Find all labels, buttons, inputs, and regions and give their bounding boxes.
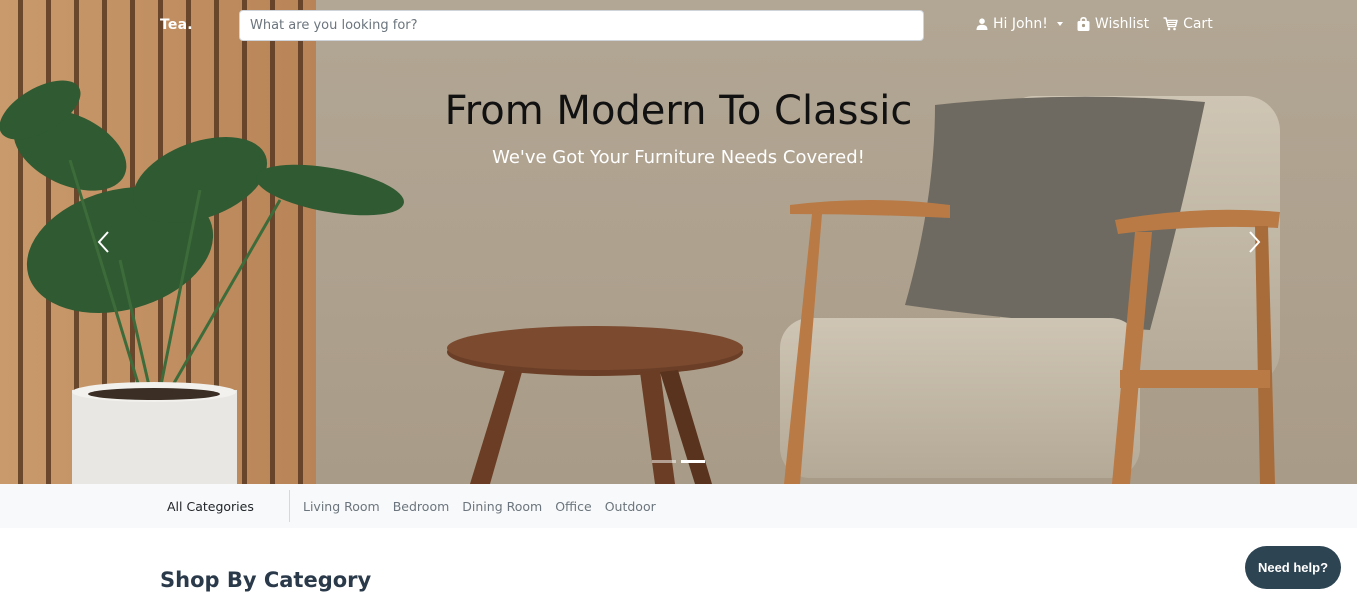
all-categories-button[interactable]: All Categories (167, 499, 254, 514)
cart-link[interactable]: Cart (1163, 16, 1213, 32)
carousel-indicator-2[interactable] (681, 460, 705, 463)
category-link-dining-room[interactable]: Dining Room (462, 499, 542, 514)
hero-subtitle: We've Got Your Furniture Needs Covered! (492, 147, 865, 168)
category-link-bedroom[interactable]: Bedroom (393, 499, 450, 514)
user-greeting: Hi John! (993, 16, 1048, 32)
wishlist-label: Wishlist (1094, 16, 1150, 32)
hero-carousel: Tea. Hi John! Wishlist (0, 0, 1357, 484)
brand-logo[interactable]: Tea. (160, 17, 193, 33)
category-link-outdoor[interactable]: Outdoor (605, 499, 656, 514)
nav-actions: Hi John! Wishlist Cart (976, 16, 1227, 32)
search-input[interactable] (239, 10, 924, 41)
navbar: Tea. Hi John! Wishlist (0, 0, 1357, 52)
hero-title: From Modern To Classic (444, 88, 913, 134)
shopping-bag-icon (1077, 17, 1090, 31)
cart-label: Cart (1183, 16, 1213, 32)
cart-icon (1163, 17, 1178, 31)
user-menu-button[interactable]: Hi John! (976, 16, 1063, 32)
category-link-living-room[interactable]: Living Room (303, 499, 380, 514)
chevron-down-icon (1056, 22, 1063, 26)
category-links: Living Room Bedroom Dining Room Office O… (303, 499, 656, 514)
category-bar: All Categories Living Room Bedroom Dinin… (0, 484, 1357, 528)
divider (289, 490, 290, 522)
chevron-left-icon (97, 231, 109, 253)
category-link-office[interactable]: Office (555, 499, 592, 514)
carousel-indicators (652, 460, 705, 463)
need-help-button[interactable]: Need help? (1245, 546, 1341, 589)
page: Tea. Hi John! Wishlist (0, 0, 1357, 605)
carousel-next-button[interactable] (1240, 222, 1270, 262)
carousel-prev-button[interactable] (88, 222, 118, 262)
carousel-indicator-1[interactable] (652, 460, 676, 463)
chevron-right-icon (1249, 231, 1261, 253)
user-icon (976, 18, 988, 30)
section-title: Shop By Category (160, 568, 372, 592)
wishlist-link[interactable]: Wishlist (1077, 16, 1149, 32)
hero-image (0, 0, 1280, 484)
